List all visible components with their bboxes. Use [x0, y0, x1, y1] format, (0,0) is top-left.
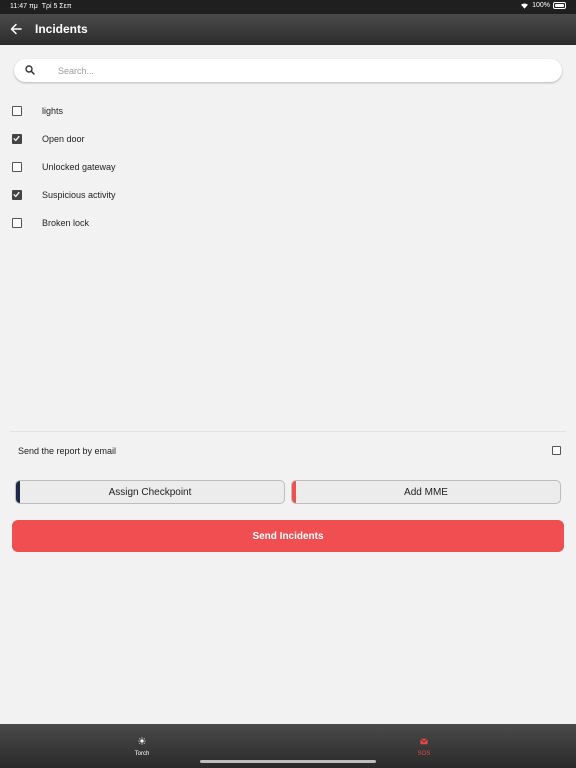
search-bar[interactable] — [14, 59, 562, 82]
status-bar: 11:47 πμ Τρί 5 Σεπ 100% — [0, 0, 576, 14]
add-mme-button[interactable]: Add MME — [291, 480, 561, 504]
tab-torch[interactable]: Torch — [112, 732, 172, 757]
wifi-icon — [521, 3, 529, 9]
battery-percent: 100% — [532, 2, 550, 9]
button-accent — [292, 481, 296, 503]
status-right: 100% — [520, 2, 566, 9]
check-icon — [13, 191, 20, 198]
sun-icon — [138, 737, 146, 745]
incident-label: Suspicious activity — [42, 190, 116, 200]
envelope-icon — [420, 738, 428, 745]
checkbox-checked[interactable] — [12, 190, 22, 200]
list-item-open-door[interactable]: Open door — [0, 125, 576, 153]
incident-label: lights — [42, 106, 64, 116]
email-report-label: Send the report by email — [18, 446, 117, 456]
send-incidents-label: Send Incidents — [252, 530, 324, 542]
back-button[interactable] — [7, 20, 25, 38]
incident-label: Broken lock — [42, 218, 90, 228]
button-accent — [16, 481, 20, 503]
status-time-date: 11:47 πμ Τρί 5 Σεπ — [10, 3, 72, 10]
checkbox[interactable] — [12, 106, 22, 116]
assign-checkpoint-button[interactable]: Assign Checkpoint — [15, 480, 285, 504]
assign-checkpoint-label: Assign Checkpoint — [108, 486, 192, 498]
check-icon — [13, 135, 20, 142]
list-item-broken-lock[interactable]: Broken lock — [0, 209, 576, 237]
home-indicator — [200, 760, 376, 763]
page-title: Incidents — [35, 22, 88, 36]
email-report-checkbox[interactable] — [552, 446, 561, 455]
divider — [10, 431, 566, 432]
checkbox-checked[interactable] — [12, 134, 22, 144]
incident-label: Open door — [42, 134, 85, 144]
add-mme-label: Add MME — [404, 486, 448, 498]
checkbox[interactable] — [12, 218, 22, 228]
search-icon — [25, 65, 35, 75]
arrow-left-icon — [10, 23, 22, 35]
checkbox[interactable] — [12, 162, 22, 172]
battery-icon — [553, 2, 566, 9]
incident-label: Unlocked gateway — [42, 162, 116, 172]
list-item-unlocked-gateway[interactable]: Unlocked gateway — [0, 153, 576, 181]
app-bar: Incidents — [0, 14, 576, 45]
send-incidents-button[interactable]: Send Incidents — [12, 520, 564, 552]
list-item-suspicious-activity[interactable]: Suspicious activity — [0, 181, 576, 209]
tab-sos[interactable]: SOS — [394, 732, 454, 757]
search-input[interactable] — [58, 63, 548, 78]
tab-label: SOS — [417, 751, 431, 757]
tab-label: Torch — [134, 751, 150, 757]
list-item-lights[interactable]: lights — [0, 97, 576, 125]
incident-list: lights Open door Unlocked gateway Suspic… — [0, 97, 576, 237]
